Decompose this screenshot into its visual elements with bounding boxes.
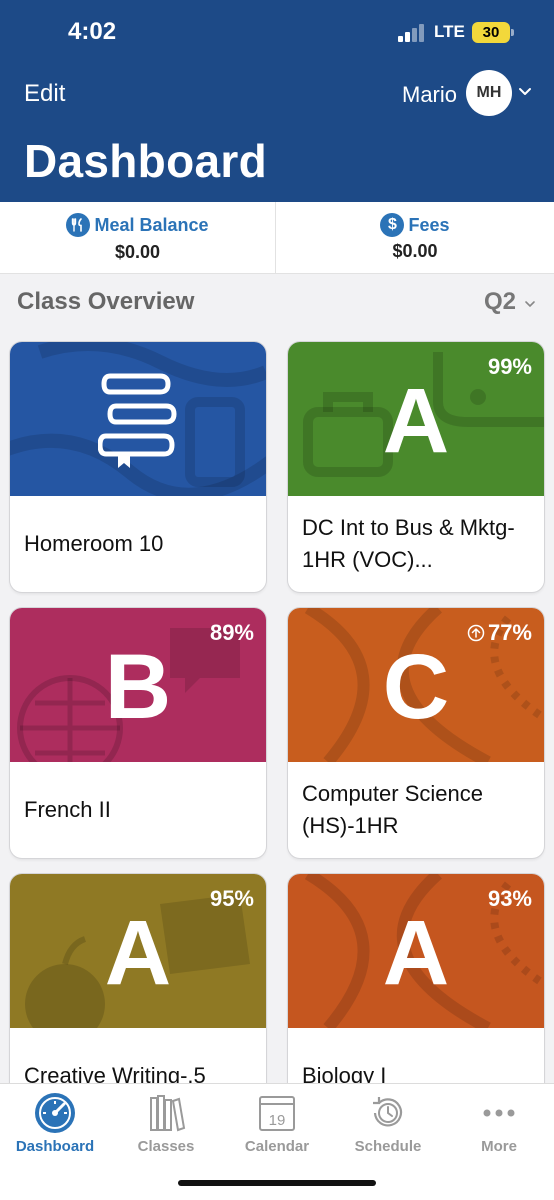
meal-balance-label: Meal Balance [94,214,209,235]
class-card-business[interactable]: A 99% DC Int to Bus & Mktg-1HR (VOC)... [288,342,544,592]
tab-label: Classes [137,1138,195,1155]
signal-icon [398,24,426,42]
fees-balance[interactable]: $ Fees $0.00 [277,202,553,274]
network-type: LTE [434,22,465,41]
tab-label: Calendar [244,1138,310,1155]
tab-schedule[interactable]: Schedule [333,1092,443,1155]
meal-balance[interactable]: Meal Balance $0.00 [0,202,276,274]
dollar-icon: $ [380,213,405,237]
chevron-down-icon[interactable] [518,84,532,98]
class-name: DC Int to Bus & Mktg-1HR (VOC)... [302,515,515,572]
card-banner: C 77% [288,608,544,762]
class-name: French II [24,797,111,822]
class-name: Computer Science (HS)-1HR [302,781,483,838]
card-banner: A 93% [288,874,544,1028]
books-icon [150,1095,186,1132]
card-banner: A 95% [10,874,266,1028]
more-dots-icon [483,1109,515,1117]
tab-dashboard[interactable]: Dashboard [0,1092,110,1155]
chevron-down-icon[interactable] [524,298,536,310]
avatar[interactable]: MH [466,70,512,116]
user-name[interactable]: Mario [402,82,457,108]
arrow-up-circle-icon [467,624,485,642]
status-bar: 4:02 LTE 30 [0,0,554,66]
utensils-icon [66,213,91,237]
calendar-icon: 19 [259,1096,295,1131]
svg-text:19: 19 [269,1112,286,1129]
balance-strip: Meal Balance $0.00 $ Fees $0.00 [0,202,554,274]
tab-label: More [481,1138,517,1155]
status-time: 4:02 [68,18,117,45]
class-card-computer-science[interactable]: C 77% Computer Science (HS)-1HR [288,608,544,858]
clock-icon [373,1097,403,1127]
fees-label: Fees [408,214,450,235]
class-percent: 93% [487,886,532,911]
quarter-selector[interactable]: Q2 [484,288,516,316]
card-banner: B 89% [10,608,266,762]
gauge-icon [35,1093,75,1133]
class-percent: 95% [209,886,254,911]
header: 4:02 LTE 30 Edit Mario MH Dashboard [0,0,554,202]
home-indicator [178,1180,376,1186]
class-card-homeroom[interactable]: Homeroom 10 [10,342,266,592]
class-name: Homeroom 10 [24,531,164,556]
fees-value: $0.00 [392,241,438,261]
tab-more[interactable]: More [444,1092,554,1155]
tab-classes[interactable]: Classes [111,1092,221,1155]
class-percent: 77% [467,620,532,646]
page-title: Dashboard [24,135,267,187]
tab-label: Dashboard [15,1138,95,1155]
class-card-french[interactable]: B 89% French II [10,608,266,858]
battery-icon: 30 [472,22,514,43]
class-overview-title: Class Overview [17,288,195,315]
card-banner: A 99% [288,342,544,496]
card-banner [10,342,266,496]
books-icon [98,373,177,468]
class-percent: 89% [209,620,254,645]
class-percent: 99% [487,354,532,379]
meal-balance-value: $0.00 [114,242,161,262]
tab-calendar[interactable]: 19 Calendar [222,1092,332,1155]
tab-label: Schedule [354,1138,422,1155]
edit-button[interactable]: Edit [24,80,65,108]
